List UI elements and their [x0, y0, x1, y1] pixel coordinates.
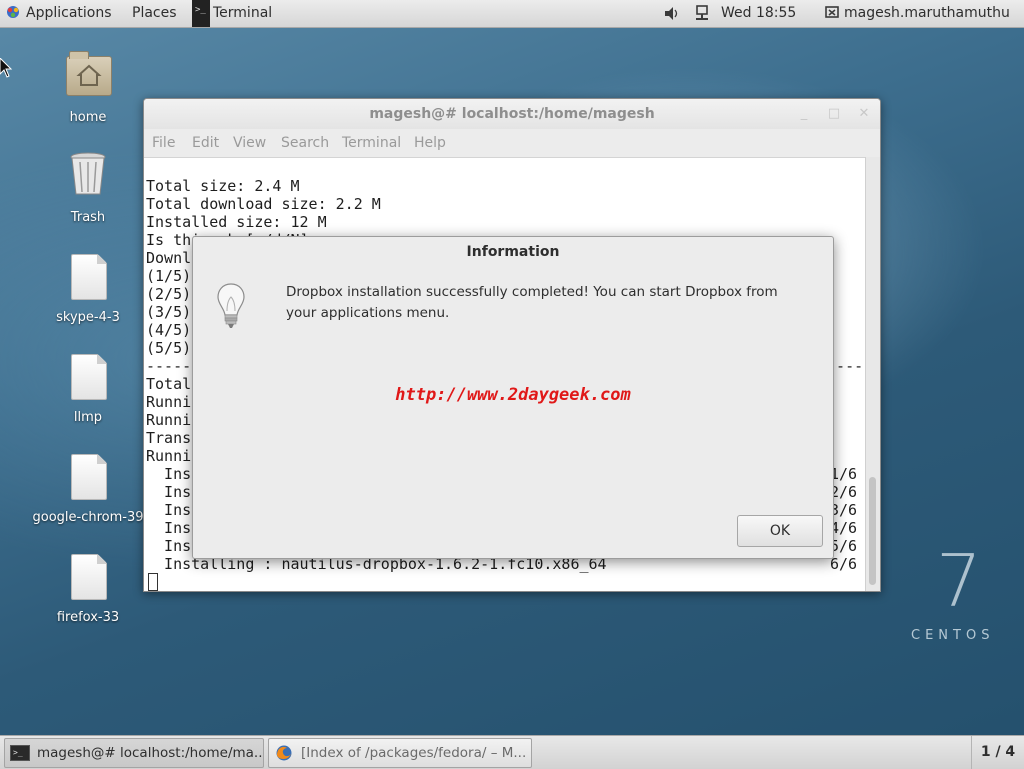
terminal-app-menu[interactable]: >_ Terminal: [192, 0, 282, 27]
home-folder-icon: [66, 51, 112, 96]
taskbar-item-firefox[interactable]: [Index of /packages/fedora/ – M...: [268, 738, 532, 768]
minimize-icon[interactable]: _: [794, 99, 814, 129]
terminal-line: Total: [146, 375, 192, 393]
user-icon[interactable]: [824, 0, 840, 27]
taskbar-item-label: [Index of /packages/fedora/ – M...: [301, 745, 527, 761]
terminal-line: Downl: [146, 249, 192, 267]
clock[interactable]: Wed 18:55: [721, 0, 796, 27]
desktop-icon-label: firefox-33: [56, 610, 120, 625]
menu-file[interactable]: File: [152, 129, 175, 157]
top-panel: Applications Places >_ Terminal Wed 18:5…: [0, 0, 1024, 28]
file-icon: [71, 254, 107, 300]
applications-icon: [7, 6, 19, 18]
terminal-line: (4/5): [146, 321, 192, 339]
desktop-icon-label: home: [69, 110, 107, 125]
terminal-cursor: [148, 573, 158, 591]
centos-logo-text: CENTOS: [911, 628, 995, 643]
terminal-app-label: Terminal: [213, 5, 273, 21]
file-icon: [71, 554, 107, 600]
menu-view[interactable]: View: [233, 129, 266, 157]
volume-icon[interactable]: [664, 0, 680, 27]
terminal-title: magesh@# localhost:/home/magesh: [369, 106, 655, 122]
menu-help[interactable]: Help: [414, 129, 446, 157]
file-icon: [71, 354, 107, 400]
terminal-line-right: 2/6: [830, 483, 858, 501]
lightbulb-icon: [217, 283, 245, 328]
desktop-icon-label: google-chrom-39: [32, 510, 144, 525]
terminal-line: (5/5): [146, 339, 192, 357]
bottom-panel: >_ magesh@# localhost:/home/ma... [Index…: [0, 735, 1024, 769]
desktop-icon-label: llmp: [73, 410, 103, 425]
terminal-line: (1/5): [146, 267, 192, 285]
terminal-icon: >_: [192, 0, 210, 27]
terminal-line: -----: [146, 357, 192, 375]
applications-menu[interactable]: Applications: [6, 0, 112, 27]
user-menu[interactable]: magesh.maruthamuthu: [844, 0, 1010, 27]
taskbar-item-terminal[interactable]: >_ magesh@# localhost:/home/ma...: [4, 738, 264, 768]
terminal-line-right: 1/6: [830, 465, 858, 483]
file-icon: [71, 454, 107, 500]
svg-text:>_: >_: [195, 5, 206, 15]
terminal-line-right: 4/6: [830, 519, 858, 537]
terminal-line-right: 5/6: [830, 537, 858, 555]
terminal-line: (3/5): [146, 303, 192, 321]
terminal-line: Installed size: 12 M: [146, 213, 327, 231]
dialog-message: Dropbox installation successfully comple…: [286, 284, 778, 321]
terminal-line: (2/5): [146, 285, 192, 303]
terminal-line: Total size: 2.4 M: [146, 177, 300, 195]
ok-button[interactable]: OK: [737, 515, 823, 547]
centos-logo-seven: 7: [936, 548, 978, 612]
menu-terminal[interactable]: Terminal: [342, 129, 401, 157]
terminal-line: Total download size: 2.2 M: [146, 195, 381, 213]
desktop-icon-label: Trash: [70, 210, 106, 225]
places-menu[interactable]: Places: [132, 0, 177, 27]
maximize-icon[interactable]: □: [824, 99, 844, 129]
network-icon[interactable]: [694, 0, 710, 27]
information-dialog[interactable]: Information Dropbox installation success…: [192, 236, 834, 559]
menu-search[interactable]: Search: [281, 129, 329, 157]
mouse-pointer-icon: [0, 58, 13, 78]
firefox-icon: [276, 745, 292, 761]
trash-icon: [70, 152, 106, 195]
watermark-url: http://www.2daygeek.com: [395, 385, 631, 405]
svg-text:7: 7: [936, 548, 978, 612]
terminal-titlebar[interactable]: magesh@# localhost:/home/magesh _ □ ✕: [144, 99, 880, 129]
close-icon[interactable]: ✕: [854, 99, 874, 129]
terminal-scrollbar[interactable]: [865, 157, 880, 591]
terminal-icon: >_: [10, 745, 30, 761]
terminal-menubar: File Edit View Search Terminal Help: [144, 129, 880, 158]
applications-label: Applications: [26, 5, 112, 21]
dialog-title: Information: [466, 244, 560, 260]
terminal-line-right: 6/6: [830, 555, 858, 573]
desktop-icon-label: skype-4-3: [56, 310, 120, 325]
workspace-indicator[interactable]: 1 / 4: [971, 736, 1024, 769]
svg-text:>_: >_: [13, 748, 23, 757]
terminal-scroll-thumb[interactable]: [869, 477, 876, 585]
taskbar-item-label: magesh@# localhost:/home/ma...: [37, 745, 264, 761]
menu-edit[interactable]: Edit: [192, 129, 219, 157]
terminal-line-right: 3/6: [830, 501, 858, 519]
